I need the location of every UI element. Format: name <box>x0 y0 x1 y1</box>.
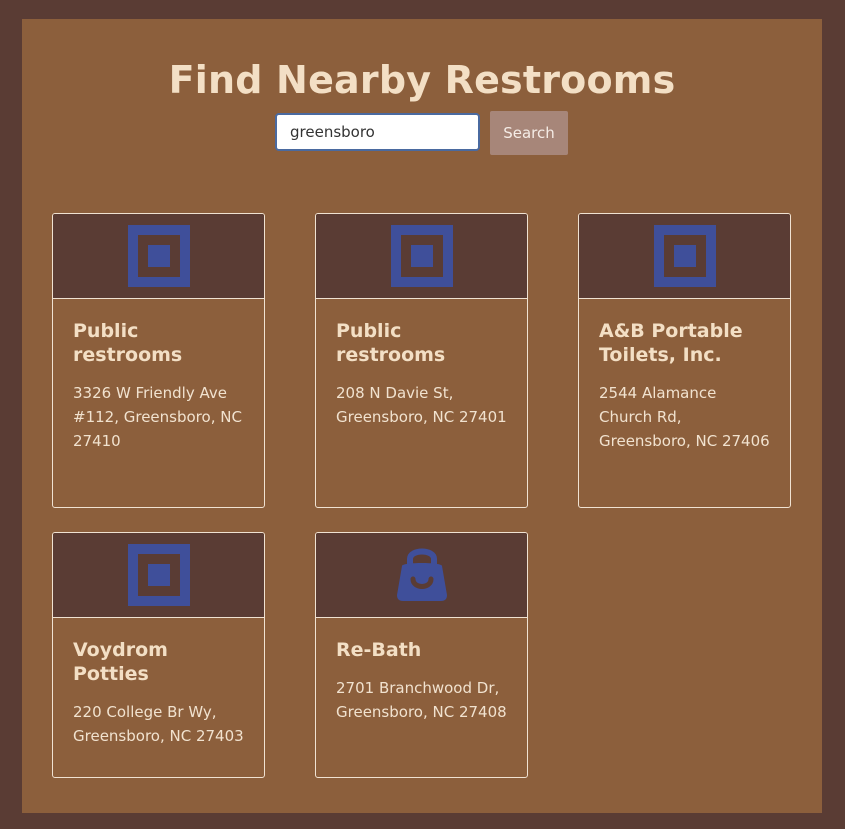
search-input[interactable] <box>275 113 480 151</box>
page-title: Find Nearby Restrooms <box>168 58 676 102</box>
place-address: 3326 W Friendly Ave #112, Greensboro, NC… <box>73 384 242 450</box>
square-icon <box>653 225 716 287</box>
card-icon-header <box>53 533 264 618</box>
search-button[interactable]: Search <box>490 111 568 155</box>
result-card[interactable]: Re-Bath 2701 Branchwood Dr, Greensboro, … <box>315 532 528 778</box>
place-name: Re-Bath <box>336 639 422 661</box>
square-icon <box>127 544 190 606</box>
card-body: Public restrooms 3326 W Friendly Ave #11… <box>53 299 264 453</box>
place-name: Public restrooms <box>73 320 183 366</box>
place-address: 208 N Davie St, Greensboro, NC 27401 <box>336 384 507 426</box>
result-card[interactable]: Public restrooms 3326 W Friendly Ave #11… <box>52 213 265 508</box>
square-icon <box>390 225 453 287</box>
square-icon <box>127 225 190 287</box>
place-name: Public restrooms <box>336 320 446 366</box>
card-icon-header <box>579 214 790 299</box>
result-card[interactable]: A&B Portable Toilets, Inc. 2544 Alamance… <box>578 213 791 508</box>
place-name: Voydrom Potties <box>73 639 168 685</box>
card-icon-header <box>53 214 264 299</box>
place-name: A&B Portable Toilets, Inc. <box>599 320 743 366</box>
result-card[interactable]: Voydrom Potties 220 College Br Wy, Green… <box>52 532 265 778</box>
place-address: 2544 Alamance Church Rd, Greensboro, NC … <box>599 384 770 450</box>
main-panel: Find Nearby Restrooms Search Public rest… <box>22 19 822 813</box>
place-address: 2701 Branchwood Dr, Greensboro, NC 27408 <box>336 679 507 721</box>
result-card[interactable]: Public restrooms 208 N Davie St, Greensb… <box>315 213 528 508</box>
card-icon-header <box>316 214 527 299</box>
place-address: 220 College Br Wy, Greensboro, NC 27403 <box>73 703 244 745</box>
card-body: A&B Portable Toilets, Inc. 2544 Alamance… <box>579 299 790 453</box>
card-body: Public restrooms 208 N Davie St, Greensb… <box>316 299 527 429</box>
card-icon-header <box>316 533 527 618</box>
shopping-bag-icon <box>396 548 447 601</box>
card-body: Voydrom Potties 220 College Br Wy, Green… <box>53 618 264 748</box>
card-body: Re-Bath 2701 Branchwood Dr, Greensboro, … <box>316 618 527 724</box>
